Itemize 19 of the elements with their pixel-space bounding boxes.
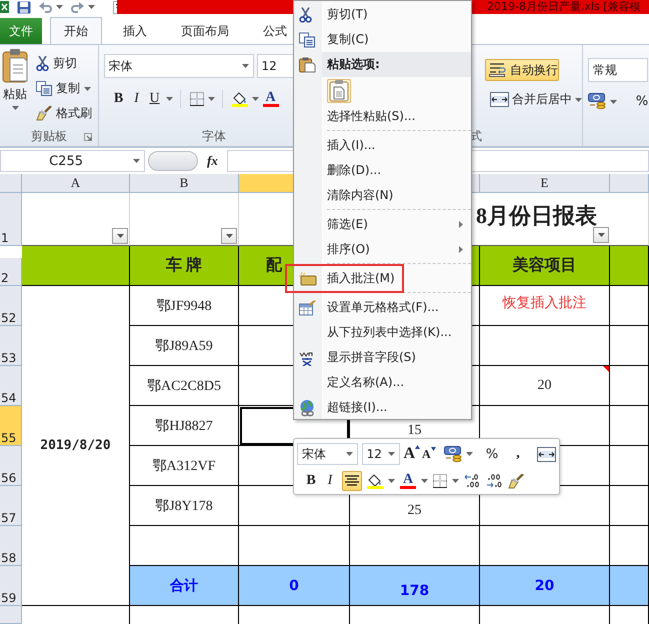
sheet-title: 8月份日报表: [476, 202, 597, 230]
table-cell: 178: [350, 566, 480, 606]
table-cell: 0: [239, 566, 350, 606]
table-cell: 20: [480, 366, 610, 406]
table-cell: 鄂JF9948: [130, 286, 239, 326]
table-cell: 恢复插入批注: [480, 286, 610, 326]
table-cell: 鄂J89A59: [130, 326, 239, 366]
table-cell: 鄂A312VF: [130, 446, 239, 486]
table-cell: 鄂AC2C8D5: [130, 366, 239, 406]
table-cell: 鄂HJ8827: [130, 406, 239, 446]
table-cell: 合计: [130, 566, 239, 606]
group-label: 字体: [202, 128, 226, 144]
header-cell: 车 牌: [130, 246, 239, 286]
table-cell: 鄂J8Y178: [130, 486, 239, 526]
group-label: 剪贴板: [30, 128, 67, 144]
section-label: 粘贴选项:: [327, 56, 380, 73]
table-cell: 20: [480, 566, 610, 606]
window-title: 2019-8月份日产量.xls [兼容模: [487, 0, 641, 14]
header-cell: 美容项目: [480, 246, 610, 286]
